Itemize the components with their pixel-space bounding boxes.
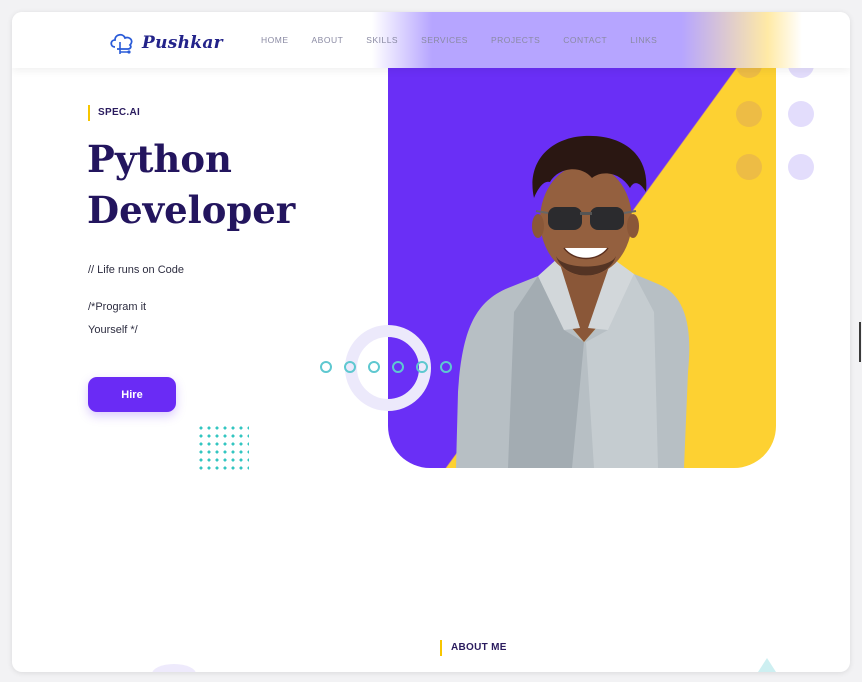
decor-blob [152, 664, 196, 672]
hero-comment: // Life runs on Code [88, 264, 185, 276]
decor-circle [320, 361, 332, 373]
decor-circle [368, 361, 380, 373]
decor-circle [344, 361, 356, 373]
nav-skills[interactable]: SKILLS [366, 35, 398, 45]
cloud-logo-icon [110, 33, 133, 54]
decor-dot [788, 154, 814, 180]
nav-services[interactable]: SERVICES [421, 35, 468, 45]
decor-circle-row [320, 361, 464, 373]
hero-comment-block: /*Program it Yourself */ [88, 296, 208, 342]
scrollbar-hint[interactable] [859, 322, 861, 362]
hero-title: Python Developer [87, 134, 347, 236]
decor-dot-grid [197, 424, 249, 474]
main-nav: HOME ABOUT SKILLS SERVICES PROJECTS CONT… [261, 35, 680, 45]
hire-button[interactable]: Hire [88, 377, 176, 412]
hero-title-line2: Developer [87, 188, 296, 232]
decor-dot [788, 101, 814, 127]
hero-comment-line1: /*Program it [88, 301, 147, 313]
decor-dot [736, 154, 762, 180]
hero-comment-line2: Yourself */ [88, 324, 138, 336]
about-section-tag: ABOUT ME [440, 640, 507, 656]
page-frame: Pushkar HOME ABOUT SKILLS SERVICES PROJE… [12, 12, 850, 672]
decor-circle [440, 361, 452, 373]
brand-name: Pushkar [142, 33, 223, 53]
decor-dot [736, 101, 762, 127]
hero-title-line1: Python [87, 137, 232, 181]
hero-image-card [388, 12, 776, 468]
decor-circle [416, 361, 428, 373]
decor-circle [392, 361, 404, 373]
nav-contact[interactable]: CONTACT [563, 35, 607, 45]
hero-tag: SPEC.AI [88, 105, 140, 121]
decor-triangle [758, 658, 776, 672]
nav-home[interactable]: HOME [261, 35, 289, 45]
brand-logo[interactable]: Pushkar [108, 30, 223, 56]
nav-about[interactable]: ABOUT [312, 35, 344, 45]
nav-projects[interactable]: PROJECTS [491, 35, 540, 45]
developer-portrait [456, 135, 690, 468]
nav-links[interactable]: LINKS [630, 35, 657, 45]
